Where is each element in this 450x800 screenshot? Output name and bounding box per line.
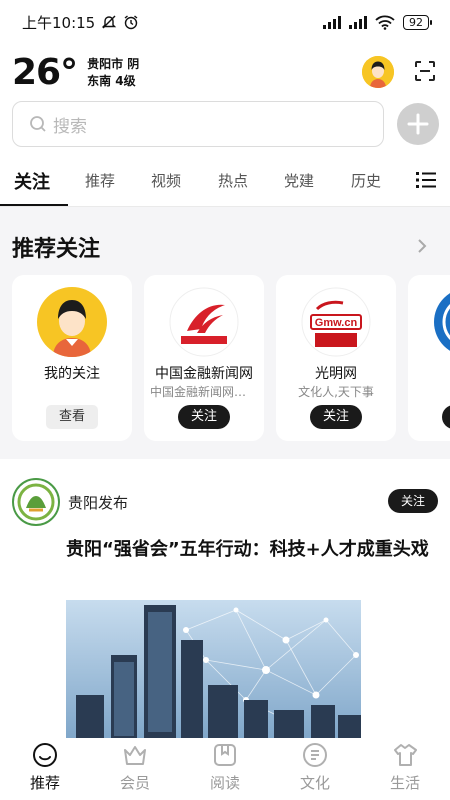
tab-party[interactable]: 党建	[284, 170, 314, 191]
nav-label: 生活	[389, 774, 420, 792]
bottom-nav: 推荐 会员 阅读 文化 生活	[0, 738, 450, 800]
card-name: 中国金融新闻网	[155, 366, 253, 382]
nav-label: 文化	[299, 774, 330, 792]
book-icon	[214, 744, 236, 766]
card-name: 经	[414, 363, 450, 383]
section-title: 推荐关注	[12, 237, 101, 262]
card-subtitle: 文化人,天下事	[298, 385, 374, 399]
recommend-card[interactable]: Gmw.cn 光明网 文化人,天下事 关注	[276, 275, 396, 441]
home-icon	[33, 743, 57, 767]
menu-icon[interactable]	[416, 171, 436, 189]
shirt-icon	[394, 744, 417, 766]
avatar-icon	[362, 56, 394, 88]
signal-icon	[323, 15, 341, 29]
nav-label: 阅读	[209, 774, 240, 792]
search-input[interactable]: 搜索	[12, 101, 384, 147]
mute-icon	[102, 15, 117, 29]
tab-video[interactable]: 视频	[151, 170, 181, 191]
card-subtitle: 中央	[414, 383, 450, 400]
card-name: 光明网	[315, 366, 357, 382]
card-logo	[433, 287, 450, 357]
cfn-logo	[169, 287, 239, 357]
city-network-illustration	[66, 600, 361, 740]
nav-item-recommend[interactable]: 推荐	[0, 738, 90, 800]
nav-item-member[interactable]: 会员	[90, 738, 180, 800]
status-time: 上午10:15	[22, 13, 96, 32]
recommend-card[interactable]: 经 中央 关注	[408, 275, 450, 441]
post-author-avatar[interactable]	[12, 478, 60, 526]
nav-label: 推荐	[29, 774, 60, 792]
card-name: 我的关注	[44, 366, 100, 382]
nav-item-culture[interactable]: 文化	[270, 738, 360, 800]
recommend-cards: 我的关注 查看 中国金融新闻网 中国金融新闻网官方账号 关注	[12, 275, 450, 441]
weather-wind: 东南 4级	[87, 73, 136, 88]
view-button[interactable]: 查看	[46, 405, 98, 429]
tab-hot[interactable]: 热点	[218, 170, 248, 191]
follow-button[interactable]: 关注	[388, 489, 438, 513]
search-icon	[30, 116, 46, 132]
search-placeholder: 搜索	[53, 116, 87, 137]
nav-item-read[interactable]: 阅读	[180, 738, 270, 800]
follow-button[interactable]: 关注	[442, 405, 450, 429]
wifi-icon	[375, 15, 395, 30]
signal-2-icon	[349, 15, 367, 29]
weather-city-condition: 贵阳市 阴	[87, 56, 140, 71]
crown-icon	[124, 746, 146, 765]
tab-follow[interactable]: 关注	[14, 168, 50, 194]
author-logo-icon	[16, 482, 56, 522]
alarm-icon	[124, 15, 138, 30]
status-bar: 上午10:15 92	[0, 0, 450, 44]
nav-item-life[interactable]: 生活	[360, 738, 450, 800]
plus-icon	[407, 113, 429, 135]
cfn-logo-icon	[169, 287, 239, 357]
nav-label: 会员	[119, 774, 150, 792]
battery-icon: 92	[403, 14, 432, 30]
user-avatar[interactable]	[362, 56, 394, 88]
gmw-logo: Gmw.cn	[301, 287, 371, 357]
temperature: 26°	[12, 52, 78, 93]
add-button[interactable]	[397, 103, 439, 145]
culture-icon	[303, 743, 327, 767]
avatar-icon	[37, 287, 107, 357]
post-image[interactable]	[66, 600, 361, 740]
tab-history[interactable]: 历史	[351, 170, 381, 191]
card-subtitle: 中国金融新闻网官方账号	[150, 385, 258, 399]
weather-widget[interactable]: 26° 贵阳市 阴 东南 4级	[12, 52, 139, 93]
my-follow-avatar	[37, 287, 107, 357]
category-tabs: 关注 推荐 视频 热点 党建 历史	[0, 158, 450, 206]
tab-recommend[interactable]: 推荐	[85, 170, 115, 191]
chevron-right-icon[interactable]	[416, 237, 428, 255]
post-author-name[interactable]: 贵阳发布	[68, 492, 128, 513]
recommend-card[interactable]: 中国金融新闻网 中国金融新闻网官方账号 关注	[144, 275, 264, 441]
recommend-card[interactable]: 我的关注 查看	[12, 275, 132, 441]
logo-icon	[434, 293, 450, 351]
recommend-section: 推荐关注 我的关注 查看 中国金融新闻网 中国金融新闻网官方 关注 Gmw.cn…	[0, 207, 450, 459]
svg-text:Gmw.cn: Gmw.cn	[315, 317, 358, 329]
scan-icon[interactable]	[414, 60, 436, 82]
follow-button[interactable]: 关注	[310, 405, 362, 429]
gmw-logo-icon: Gmw.cn	[301, 287, 371, 357]
follow-button[interactable]: 关注	[178, 405, 230, 429]
battery-level: 92	[403, 14, 429, 30]
post-title[interactable]: 贵阳“强省会”五年行动：科技+人才成重头戏	[66, 536, 442, 564]
